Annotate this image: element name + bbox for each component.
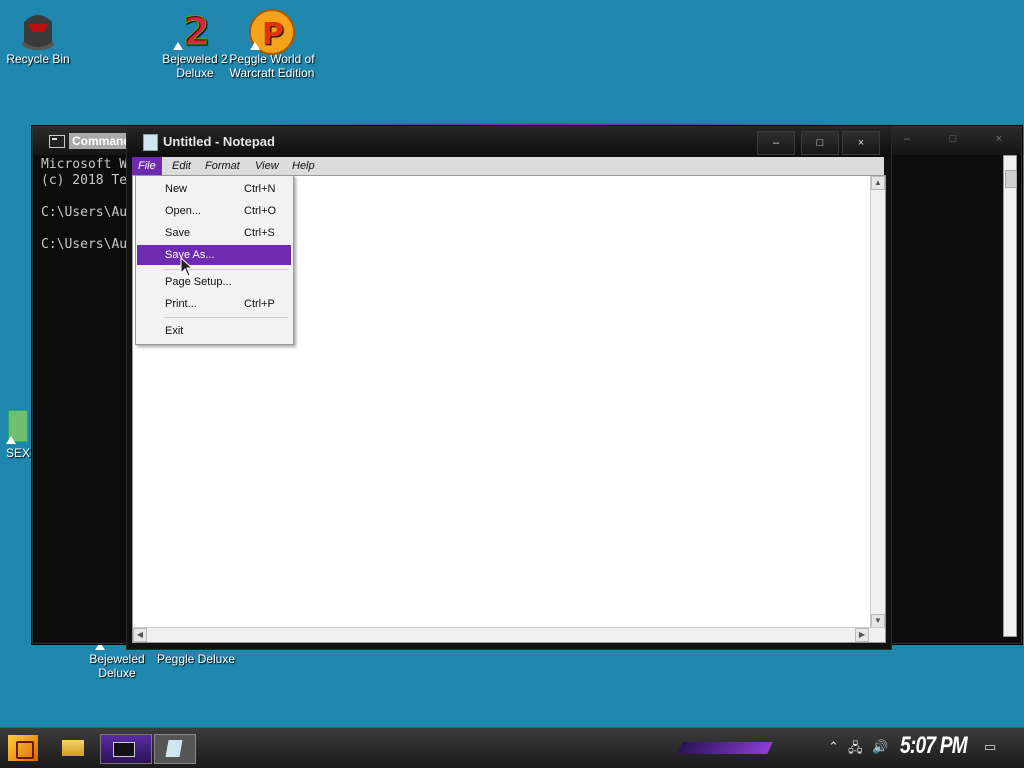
menu-help[interactable]: Help bbox=[286, 157, 321, 175]
notepad-close-button[interactable]: × bbox=[842, 131, 880, 155]
file-menu-dropdown: New Ctrl+N Open... Ctrl+O Save Ctrl+S Sa… bbox=[135, 175, 294, 345]
menu-item-label: Print... bbox=[165, 298, 197, 310]
menu-item-open[interactable]: Open... Ctrl+O bbox=[137, 201, 291, 221]
console-line: Microsoft W bbox=[41, 157, 128, 172]
menu-item-shortcut: Ctrl+N bbox=[244, 183, 276, 195]
bejeweled-2-icon: 2 bbox=[173, 8, 215, 54]
scrollbar-thumb[interactable] bbox=[1005, 170, 1017, 188]
menu-item-print[interactable]: Print... Ctrl+P bbox=[137, 294, 291, 314]
notepad-minimize-button[interactable]: – bbox=[757, 131, 795, 155]
cmd-icon bbox=[49, 135, 65, 148]
menu-item-label: Save bbox=[165, 227, 191, 239]
menu-item-shortcut: Ctrl+P bbox=[244, 298, 275, 310]
file-icon bbox=[6, 410, 28, 444]
volume-icon[interactable]: 🔊 bbox=[872, 739, 888, 755]
editor-vertical-scrollbar[interactable]: ▲ ▼ bbox=[870, 176, 885, 628]
console-line: C:\Users\Au bbox=[41, 237, 128, 252]
scroll-up-arrow-icon[interactable]: ▲ bbox=[871, 176, 885, 190]
desktop-icon-label: Peggle World of Warcraft Edition bbox=[229, 52, 315, 80]
desktop-icon-recycle-bin[interactable]: Recycle Bin bbox=[0, 8, 84, 66]
menu-separator bbox=[164, 317, 288, 318]
svg-text:2: 2 bbox=[183, 9, 209, 52]
notification-icon[interactable]: ▭ bbox=[984, 739, 996, 755]
start-button[interactable] bbox=[8, 735, 38, 761]
menu-format[interactable]: Format bbox=[199, 157, 246, 175]
menu-item-shortcut: Ctrl+O bbox=[244, 205, 277, 217]
shortcut-arrow-icon bbox=[173, 42, 183, 50]
menu-item-label: New bbox=[165, 183, 188, 195]
desktop-icon-label: Peggle Deluxe bbox=[156, 652, 236, 666]
desktop-icon-peggle-deluxe[interactable]: Peggle Deluxe bbox=[150, 652, 242, 666]
scroll-down-arrow-icon[interactable]: ▼ bbox=[871, 614, 885, 628]
file-explorer-icon[interactable] bbox=[62, 740, 84, 756]
chevron-up-icon[interactable]: ⌃ bbox=[828, 739, 839, 755]
peggle-icon: P bbox=[249, 8, 295, 55]
editor-horizontal-scrollbar[interactable]: ◀ ▶ bbox=[133, 627, 885, 642]
cmd-maximize-button[interactable]: □ bbox=[941, 131, 965, 147]
menu-item-new[interactable]: New Ctrl+N bbox=[137, 179, 291, 199]
system-clock[interactable]: 5:07 PM bbox=[900, 732, 968, 760]
notepad-title-bar[interactable]: Untitled - Notepad – □ × bbox=[127, 127, 891, 157]
shortcut-arrow-icon bbox=[6, 436, 16, 444]
console-line: C:\Users\Au bbox=[41, 205, 128, 220]
taskbar-command-prompt-button[interactable] bbox=[100, 734, 152, 764]
menu-item-label: Exit bbox=[165, 325, 184, 337]
console-line: (c) 2018 Te bbox=[41, 173, 128, 188]
taskbar-notepad-button[interactable] bbox=[154, 734, 196, 764]
menu-item-shortcut: Ctrl+S bbox=[244, 227, 275, 239]
menu-item-exit[interactable]: Exit bbox=[137, 321, 291, 341]
taskbar: ⌃ 🖧 🔊 5:07 PM ▭ bbox=[0, 727, 1024, 768]
menu-file[interactable]: File bbox=[132, 157, 162, 175]
menu-edit[interactable]: Edit bbox=[166, 157, 197, 175]
notepad-title: Untitled - Notepad bbox=[163, 134, 275, 149]
cmd-vertical-scrollbar[interactable] bbox=[1003, 155, 1017, 637]
cmd-title: Command bbox=[69, 133, 134, 149]
network-icon[interactable]: 🖧 bbox=[848, 739, 863, 761]
menu-item-save-as[interactable]: Save As... bbox=[137, 245, 291, 265]
cmd-minimize-button[interactable]: – bbox=[895, 131, 919, 147]
menu-item-save[interactable]: Save Ctrl+S bbox=[137, 223, 291, 243]
menu-view[interactable]: View bbox=[249, 157, 285, 175]
recycle-bin-icon bbox=[18, 8, 58, 50]
svg-text:P: P bbox=[262, 17, 284, 52]
notepad-menu-bar: File Edit Format View Help bbox=[132, 157, 884, 175]
scroll-left-arrow-icon[interactable]: ◀ bbox=[133, 628, 147, 642]
cmd-close-button[interactable]: × bbox=[987, 131, 1011, 147]
notepad-maximize-button[interactable]: □ bbox=[801, 131, 839, 155]
notepad-icon bbox=[143, 134, 158, 151]
cmd-console-text[interactable]: Microsoft W (c) 2018 Te C:\Users\Au C:\Us… bbox=[41, 157, 127, 253]
scroll-right-arrow-icon[interactable]: ▶ bbox=[855, 628, 869, 642]
shortcut-arrow-icon bbox=[250, 42, 260, 50]
menu-item-label: Page Setup... bbox=[165, 276, 232, 288]
menu-item-page-setup[interactable]: Page Setup... bbox=[137, 272, 291, 292]
desktop-icon-peggle-wow[interactable]: P Peggle World of Warcraft Edition bbox=[226, 8, 318, 80]
desktop-icon-label: Recycle Bin bbox=[6, 52, 70, 66]
menu-item-label: Open... bbox=[165, 205, 202, 217]
taskbar-decoration bbox=[677, 742, 773, 754]
mouse-cursor-icon bbox=[180, 257, 194, 277]
